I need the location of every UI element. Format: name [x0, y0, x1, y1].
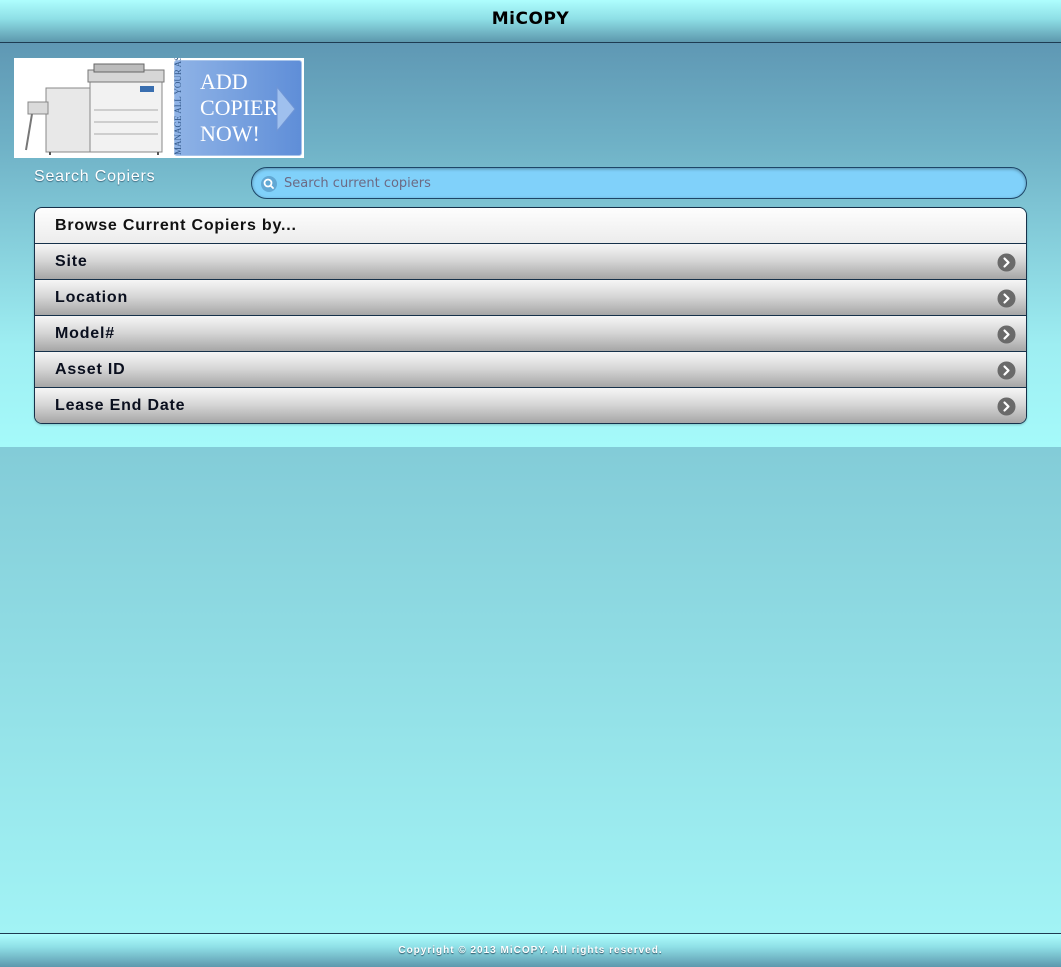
browse-item-label: Lease End Date — [55, 397, 186, 414]
arrow-right-icon — [276, 85, 296, 133]
browse-item-location[interactable]: Location — [35, 279, 1026, 315]
browse-item-label: Location — [55, 289, 129, 306]
browse-item-model[interactable]: Model# — [35, 315, 1026, 351]
ad-line-now: NOW! — [200, 121, 260, 146]
main-content: MANAGE ALL YOUR ASSETS ADD COPIER NOW! S… — [0, 43, 1061, 447]
copyright-text: Copyright © 2013 MiCOPY. All rights rese… — [398, 945, 663, 956]
search-icon — [261, 176, 277, 192]
browse-item-site[interactable]: Site — [35, 243, 1026, 279]
chevron-right-icon — [997, 361, 1016, 380]
chevron-right-icon — [997, 253, 1016, 272]
search-label: Search Copiers — [34, 168, 156, 185]
search-field[interactable] — [251, 167, 1027, 199]
chevron-right-icon — [997, 289, 1016, 308]
ad-headline: ADD COPIER NOW! — [200, 69, 278, 147]
ad-line-add: ADD — [200, 69, 248, 94]
search-input[interactable] — [284, 172, 1014, 194]
browse-heading: Browse Current Copiers by... — [35, 208, 1026, 243]
app-header: MiCOPY — [0, 0, 1061, 43]
browse-item-asset-id[interactable]: Asset ID — [35, 351, 1026, 387]
browse-item-label: Asset ID — [55, 361, 126, 378]
app-footer: Copyright © 2013 MiCOPY. All rights rese… — [0, 933, 1061, 967]
add-copier-banner[interactable]: MANAGE ALL YOUR ASSETS ADD COPIER NOW! — [14, 58, 304, 158]
add-copier-ad: MANAGE ALL YOUR ASSETS ADD COPIER NOW! — [173, 58, 302, 156]
browse-item-label: Model# — [55, 325, 115, 342]
ad-side-text: MANAGE ALL YOUR ASSETS — [173, 58, 183, 155]
copier-image — [25, 63, 165, 155]
app-title: MiCOPY — [491, 9, 570, 29]
chevron-right-icon — [997, 325, 1016, 344]
browse-item-label: Site — [55, 253, 88, 270]
browse-list: Browse Current Copiers by... Site Locati… — [34, 207, 1027, 424]
browse-item-lease-end-date[interactable]: Lease End Date — [35, 387, 1026, 423]
ad-line-copier: COPIER — [200, 95, 279, 120]
chevron-right-icon — [997, 397, 1016, 416]
